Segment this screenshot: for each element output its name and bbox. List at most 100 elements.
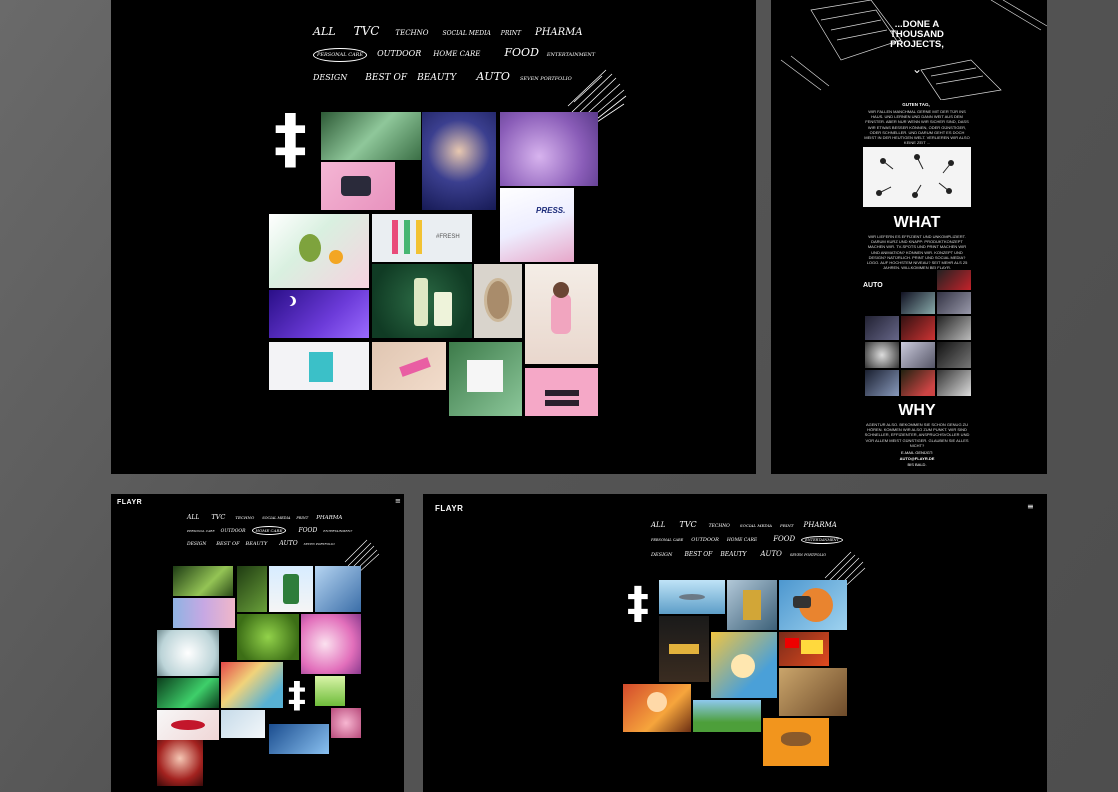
filter-home-care[interactable]: HOME CARE [251, 526, 287, 535]
tile-white-swirl[interactable] [157, 630, 219, 676]
tile-blue-bottle[interactable] [269, 724, 329, 754]
tile-woman-stretch[interactable] [525, 264, 598, 364]
filter-tvc[interactable]: TVC [679, 520, 696, 529]
auto-tile-11[interactable] [901, 370, 935, 396]
filter-print[interactable]: PRINT [501, 30, 521, 37]
filter-all[interactable]: ALL [313, 25, 336, 38]
filter-beauty[interactable]: BEAUTY [246, 541, 268, 547]
tile-pink-pads[interactable] [525, 368, 598, 416]
tile-night-moon[interactable] [269, 290, 369, 338]
auto-tile-1[interactable] [937, 270, 971, 290]
filter-pharma[interactable]: PHARMA [316, 515, 342, 521]
filter-best-of[interactable]: BEST OF [684, 551, 712, 558]
tile-red-lips[interactable] [157, 710, 219, 740]
filter-techno[interactable]: TECHNO [709, 524, 730, 529]
auto-tile-9[interactable] [937, 342, 971, 368]
auto-tile-6[interactable] [937, 316, 971, 340]
filter-tvc[interactable]: TVC [211, 513, 225, 521]
tile-purple-bubbles[interactable] [500, 112, 598, 186]
filter-all[interactable]: ALL [651, 521, 665, 529]
tile-tissue-box[interactable] [449, 342, 522, 416]
filter-personal-care[interactable]: PERSONAL CARE [187, 529, 215, 533]
filter-auto[interactable]: AUTO [476, 70, 510, 83]
tile-doodle-arrows[interactable] [863, 147, 971, 207]
tile-herbal-bottle[interactable] [372, 264, 472, 338]
auto-tile-5[interactable] [901, 316, 935, 340]
tile-colorful-mix[interactable] [221, 662, 283, 708]
tile-avocado-bottles[interactable] [269, 214, 369, 288]
filter-auto[interactable]: AUTO [279, 540, 297, 547]
filter-beauty[interactable]: BEAUTY [417, 73, 456, 83]
tile-pink-product[interactable] [321, 162, 395, 210]
filter-food[interactable]: FOOD [504, 46, 539, 59]
filter-personal-care[interactable]: PERSONAL CARE [313, 48, 368, 62]
auto-tile-7[interactable] [865, 342, 899, 368]
tile-landscape[interactable] [693, 700, 761, 732]
auto-tile-3[interactable] [937, 292, 971, 314]
tile-pink-flower[interactable] [331, 708, 361, 738]
flayr-logo[interactable]: FLAYR [435, 504, 463, 513]
filter-food[interactable]: FOOD [298, 527, 317, 534]
filter-home-care[interactable]: HOME CARE [433, 50, 480, 58]
auto-tile-10[interactable] [865, 370, 899, 396]
auto-tile-4[interactable] [865, 316, 899, 340]
filter-seven-portfolio[interactable]: SEVEN PORTFOLIO [790, 553, 826, 557]
filter-beauty[interactable]: BEAUTY [720, 551, 746, 558]
filter-food[interactable]: FOOD [773, 535, 795, 543]
scroll-chevron-icon[interactable]: ⌄ [907, 62, 927, 76]
filter-auto[interactable]: AUTO [760, 550, 781, 558]
filter-seven-portfolio[interactable]: SEVEN PORTFOLIO [520, 76, 572, 82]
filter-techno[interactable]: TECHNO [395, 29, 428, 37]
filter-design[interactable]: DESIGN [313, 73, 347, 82]
filter-outdoor[interactable]: OUTDOOR [221, 529, 246, 534]
filter-outdoor[interactable]: OUTDOOR [691, 537, 719, 543]
contact-email-link[interactable]: AUTO@FLAYR.DE [863, 456, 971, 461]
filter-home-care[interactable]: HOME CARE [727, 538, 757, 543]
filter-all[interactable]: ALL [187, 514, 199, 521]
filter-pharma[interactable]: PHARMA [535, 27, 583, 38]
tile-fresh-bottles[interactable]: #FRESH [372, 214, 472, 262]
filter-social-media[interactable]: SOCIAL MEDIA [443, 30, 491, 37]
tile-green-duo[interactable] [237, 566, 267, 612]
tile-shark-sky[interactable] [659, 580, 725, 614]
filter-entertainment[interactable]: ENTERTAINMENT [547, 52, 595, 58]
tile-green-bottle[interactable] [315, 676, 345, 706]
tile-press-card[interactable]: PRESS. [500, 188, 574, 262]
tile-hands-product[interactable] [372, 342, 446, 390]
filter-print[interactable]: PRINT [780, 523, 793, 528]
filter-design[interactable]: DESIGN [651, 552, 672, 558]
tile-orange-dog[interactable] [763, 718, 829, 766]
tile-mirror-object[interactable] [474, 264, 522, 338]
tile-cartoon-interior[interactable] [779, 668, 847, 716]
filter-techno[interactable]: TECHNO [235, 515, 254, 520]
tile-pink-splash[interactable] [301, 614, 361, 674]
filter-social-media[interactable]: SOCIAL MEDIA [262, 516, 290, 520]
filter-print[interactable]: PRINT [296, 516, 308, 520]
tile-green-leaf[interactable] [321, 112, 421, 160]
tile-detergent-bottle[interactable] [269, 566, 313, 612]
tile-pad-ads[interactable] [269, 342, 369, 390]
tile-hand-touch[interactable] [422, 112, 496, 210]
tile-orange-creature[interactable] [779, 580, 847, 630]
filter-seven-portfolio[interactable]: SEVEN PORTFOLIO [304, 542, 335, 546]
flayr-logo[interactable]: FLAYR [117, 499, 142, 506]
tile-red-tunnel[interactable] [157, 740, 203, 786]
filter-design[interactable]: DESIGN [187, 542, 206, 547]
tile-green-liquid[interactable] [157, 678, 219, 708]
menu-icon[interactable]: ≡ [1027, 502, 1034, 511]
tile-blue-splash[interactable] [315, 566, 361, 612]
filter-entertainment[interactable]: ENTERTAINMENT [323, 529, 352, 533]
tile-green-character[interactable] [173, 566, 233, 596]
tile-lego-binge[interactable] [779, 632, 829, 666]
filter-personal-care[interactable]: PERSONAL CARE [651, 538, 683, 542]
filter-tvc[interactable]: TVC [354, 24, 380, 38]
filter-best-of[interactable]: BEST OF [216, 541, 239, 547]
filter-outdoor[interactable]: OUTDOOR [377, 49, 421, 58]
auto-tile-8[interactable] [901, 342, 935, 368]
tile-bottles-row[interactable] [173, 598, 235, 628]
filter-pharma[interactable]: PHARMA [804, 521, 837, 529]
tile-white-foam[interactable] [221, 710, 265, 738]
auto-tile-12[interactable] [937, 370, 971, 396]
tile-green-goo[interactable] [237, 614, 299, 660]
filter-entertainment[interactable]: ENTERTAINMENT [801, 536, 843, 544]
